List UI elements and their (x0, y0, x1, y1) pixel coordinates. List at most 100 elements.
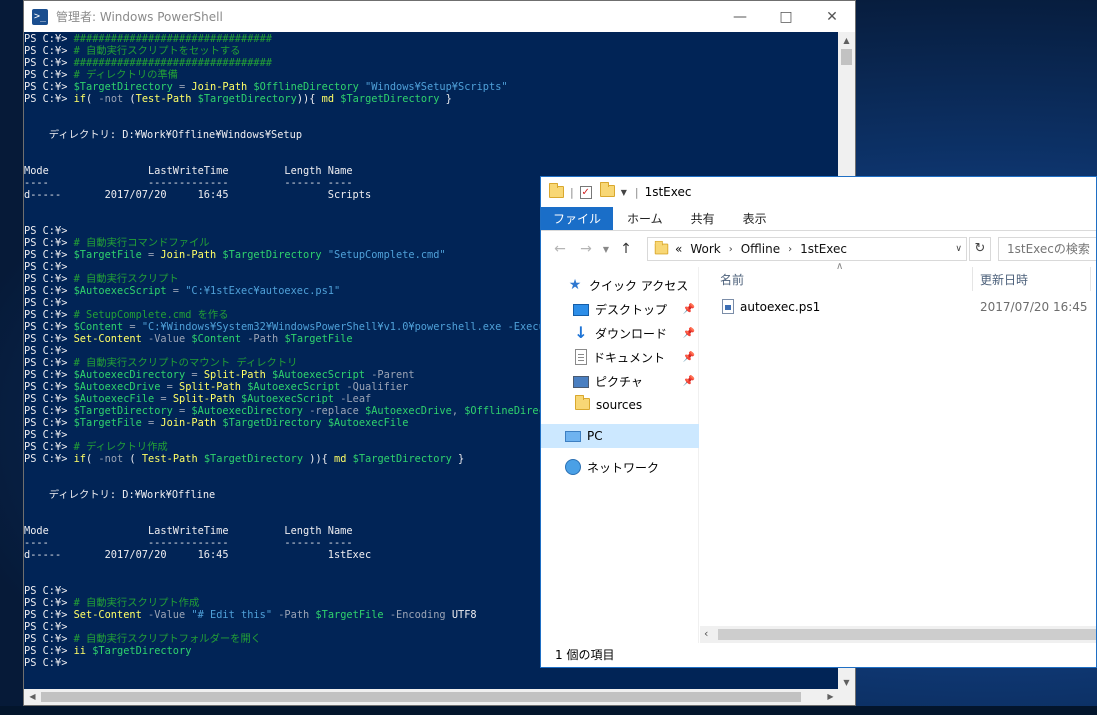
forward-arrow-icon[interactable]: → (573, 241, 599, 257)
download-arrow-icon: ↓ (574, 323, 588, 342)
console-token: PS C:¥> (24, 381, 74, 393)
new-folder-icon[interactable] (599, 181, 615, 200)
console-token: = (141, 249, 161, 261)
breadcrumb-1stexec[interactable]: 1stExec (800, 242, 847, 256)
explorer-window[interactable]: | ✓ ▼ | 1stExec ファイル ホーム 共有 表示 ← → ▼ ↑ «… (540, 176, 1097, 668)
tab-view[interactable]: 表示 (729, 207, 781, 230)
console-token: PS C:¥> (24, 405, 74, 417)
console-token: Test-Path (141, 453, 198, 465)
sidebar-item-downloads[interactable]: ↓ ダウンロード 📌 (541, 321, 699, 345)
console-token: ( (86, 93, 99, 105)
console-token: # 自動実行スクリプトフォルダーを開く (73, 633, 262, 645)
console-token: UTF8 (451, 609, 477, 621)
explorer-titlebar[interactable]: | ✓ ▼ | 1stExec (541, 177, 1096, 207)
file-list-horizontal-scrollbar[interactable]: ‹ (700, 626, 1096, 643)
pin-icon: 📌 (682, 351, 695, 363)
list-item[interactable]: autoexec.ps1 2017/07/20 16:45 (700, 297, 1096, 319)
network-icon (565, 459, 581, 475)
console-token: $TargetFile (73, 417, 142, 429)
console-token: -not (98, 93, 124, 105)
console-token: -Leaf (334, 393, 372, 405)
console-token: PS C:¥> (24, 357, 74, 369)
up-arrow-icon[interactable]: ↑ (613, 241, 639, 257)
refresh-icon[interactable]: ↻ (969, 237, 991, 261)
recent-locations-chevron-down-icon[interactable]: ▼ (599, 245, 613, 254)
minimize-button[interactable]: — (717, 1, 763, 32)
console-token: "SetupComplete.cmd" (327, 249, 446, 261)
breadcrumb-work[interactable]: Work (690, 242, 720, 256)
sidebar-item-desktop[interactable]: デスクトップ 📌 (541, 297, 699, 321)
breadcrumb-overflow[interactable]: « (675, 242, 682, 256)
properties-check-icon[interactable]: ✓ (579, 185, 592, 199)
console-token: -Value (141, 333, 192, 345)
console-token: $OfflineDirectory (253, 81, 359, 93)
scroll-up-arrow-icon[interactable]: ▲ (838, 32, 855, 49)
scroll-left-chevron-icon[interactable]: ‹ (704, 627, 708, 640)
sidebar-item-sources[interactable]: sources (541, 393, 699, 417)
sidebar-item-quick-access[interactable]: ★ クイック アクセス (541, 273, 699, 297)
scroll-right-arrow-icon[interactable]: ▶ (822, 689, 839, 705)
console-token: PS C:¥> (24, 585, 74, 597)
console-token: ################################ (73, 57, 272, 69)
console-vertical-scroll-thumb[interactable] (841, 49, 852, 65)
back-arrow-icon[interactable]: ← (547, 241, 573, 257)
address-bar[interactable]: « Work › Offline › 1stExec ∨ (647, 237, 967, 261)
console-token: = (166, 285, 186, 297)
console-token: PS C:¥> (24, 69, 74, 81)
console-token: PS C:¥> (24, 45, 74, 57)
console-token: $TargetDirectory (197, 93, 297, 105)
console-token: ( (123, 453, 142, 465)
tab-share[interactable]: 共有 (677, 207, 729, 230)
tab-file[interactable]: ファイル (541, 207, 614, 230)
console-token: = (141, 417, 161, 429)
sidebar-item-pictures[interactable]: ピクチャ 📌 (541, 369, 699, 393)
console-token: -Value (141, 609, 192, 621)
console-horizontal-scroll-thumb[interactable] (41, 692, 801, 702)
status-bar-item-count: 1 個の項目 (541, 643, 1096, 667)
scroll-left-arrow-icon[interactable]: ◀ (24, 689, 41, 705)
tab-home[interactable]: ホーム (613, 207, 677, 230)
pc-monitor-icon (565, 431, 581, 442)
console-token: -Parent (365, 369, 415, 381)
address-chevron-down-icon[interactable]: ∨ (955, 244, 962, 254)
console-token: -not (98, 453, 124, 465)
console-token: PS C:¥> (24, 345, 74, 357)
sidebar-item-pc[interactable]: PC (541, 424, 699, 448)
console-token: $AutoexecFile (327, 417, 409, 429)
powershell-titlebar[interactable]: >_ 管理者: Windows PowerShell — □ ✕ (24, 1, 855, 32)
console-token: = (172, 81, 192, 93)
console-token: "C:¥Windows¥System32¥WindowsPowerShell¥v… (141, 321, 607, 333)
customize-quick-access-chevron-down-icon[interactable]: ▼ (621, 188, 627, 197)
file-list-scroll-thumb[interactable] (718, 629, 1096, 640)
search-input[interactable] (998, 237, 1096, 261)
breadcrumb-offline[interactable]: Offline (741, 242, 780, 256)
console-token: PS C:¥> (24, 645, 74, 657)
console-token: } (439, 93, 452, 105)
powershell-script-file-icon (722, 299, 734, 314)
maximize-button[interactable]: □ (763, 1, 809, 32)
console-token: $AutoexecDrive (365, 405, 452, 417)
console-token: # ディレクトリの準備 (73, 69, 178, 81)
sidebar-item-documents[interactable]: ドキュメント 📌 (541, 345, 699, 369)
console-token: PS C:¥> (24, 453, 74, 465)
desktop-icon (573, 304, 589, 316)
file-list[interactable]: ∧ 名前 更新日時 autoexec.ps1 2017/07/20 16:45 (700, 261, 1096, 643)
sidebar-item-network[interactable]: ネットワーク (541, 455, 699, 479)
console-token: ---- ------------- ------ ---- (24, 537, 353, 549)
breadcrumb-separator-icon[interactable]: › (729, 244, 733, 255)
close-button[interactable]: ✕ (809, 1, 855, 32)
console-token: $AutoexecDirectory (191, 405, 304, 417)
console-token: $AutoexecScript (73, 285, 167, 297)
console-token: = (123, 321, 142, 333)
console-token: PS C:¥> (24, 633, 74, 645)
breadcrumb-separator-icon[interactable]: › (788, 244, 792, 255)
console-token: PS C:¥> (24, 33, 74, 45)
console-token: $TargetFile (315, 609, 384, 621)
scrollbar-corner (838, 689, 855, 705)
column-header-date[interactable]: 更新日時 (980, 271, 1028, 288)
console-token: -Path (241, 333, 285, 345)
column-header-name[interactable]: 名前 (720, 271, 744, 288)
console-horizontal-scrollbar[interactable]: ◀ ▶ (24, 689, 839, 705)
pin-icon: 📌 (682, 327, 695, 339)
